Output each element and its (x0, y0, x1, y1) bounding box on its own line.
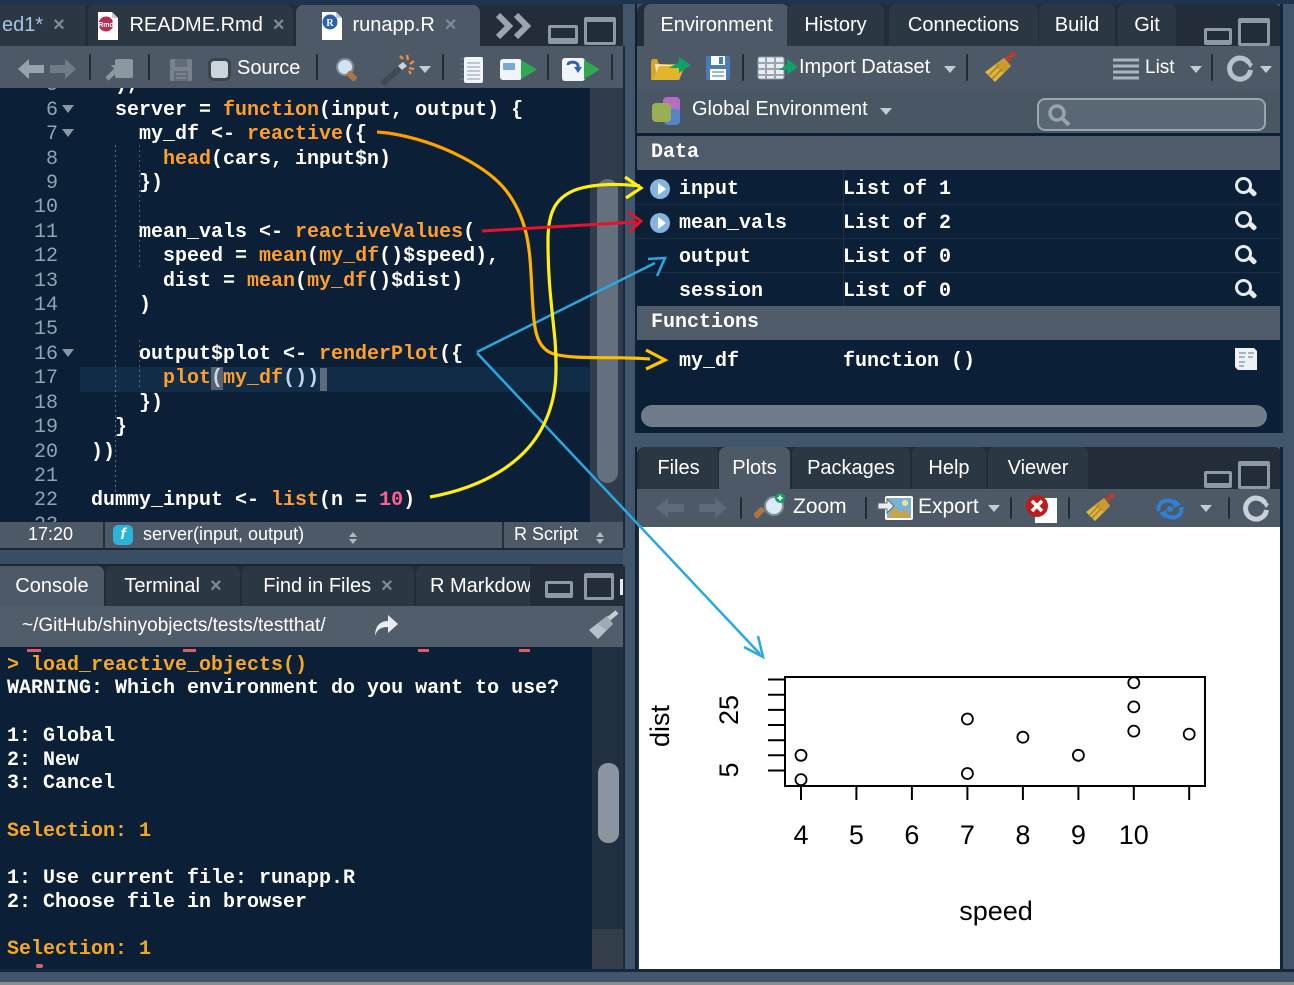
svg-text:10: 10 (1119, 820, 1149, 850)
svg-text:8: 8 (1015, 820, 1030, 850)
svg-text:5: 5 (849, 820, 864, 850)
svg-text:7: 7 (960, 820, 975, 850)
svg-text:4: 4 (793, 820, 808, 850)
svg-text:5: 5 (714, 762, 744, 777)
svg-text:speed: speed (959, 896, 1033, 926)
svg-text:6: 6 (904, 820, 919, 850)
svg-text:25: 25 (714, 695, 744, 725)
svg-text:9: 9 (1071, 820, 1086, 850)
svg-text:dist: dist (645, 705, 675, 748)
